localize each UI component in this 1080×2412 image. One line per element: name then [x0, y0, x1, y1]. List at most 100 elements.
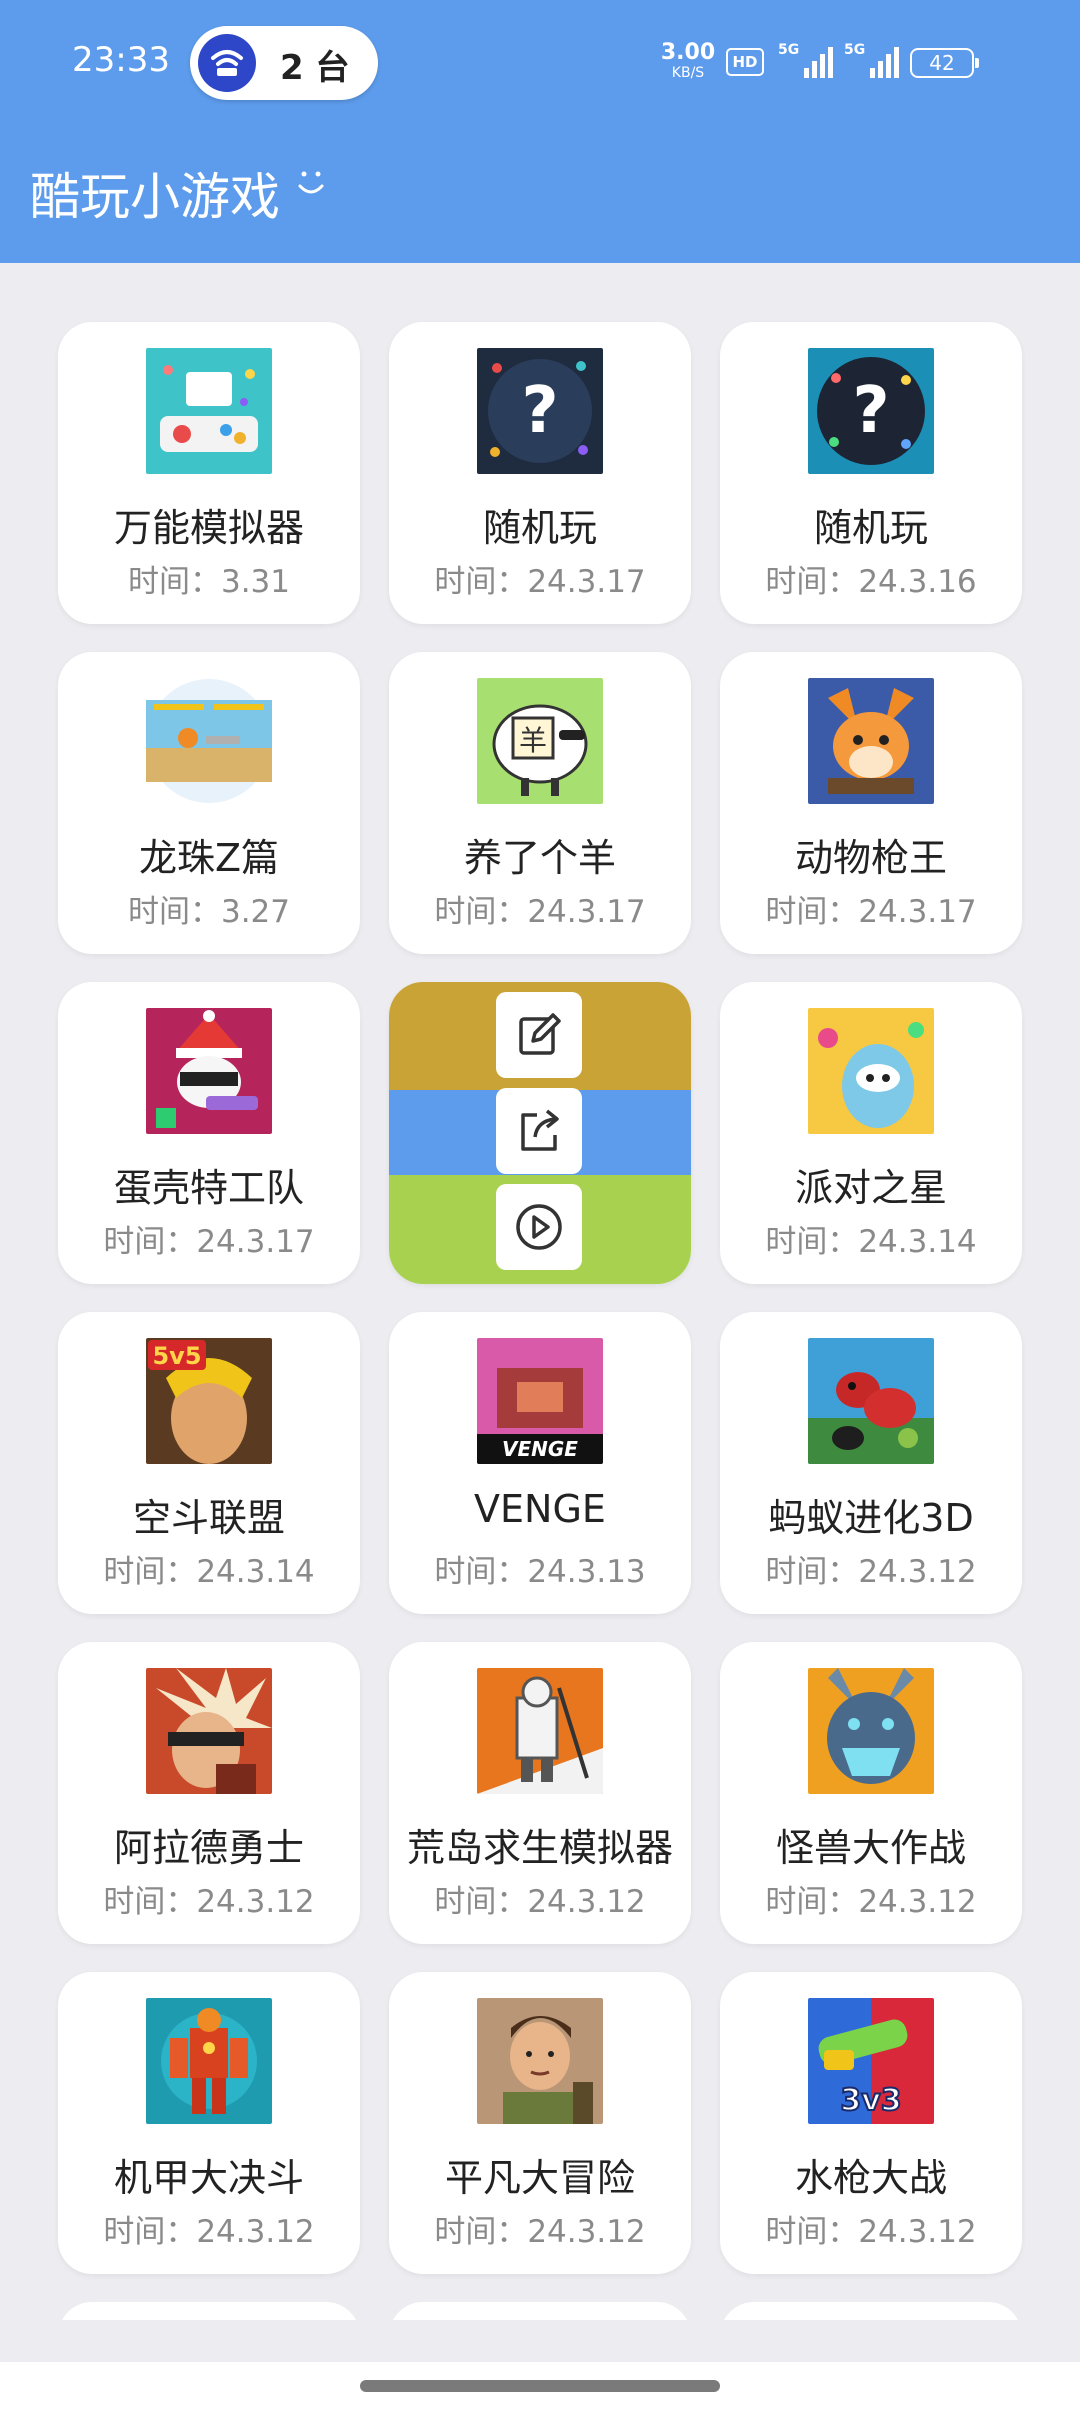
status-icons: 3.00 KB/S HD 5G 5G 42	[660, 38, 1080, 88]
game-card[interactable]: 3v3 水枪大战 时间：24.3.12	[720, 1972, 1022, 2274]
time-value: 24.3.13	[527, 1554, 646, 1590]
game-card[interactable]: 怪兽大作战 时间：24.3.12	[720, 1642, 1022, 1944]
dragon-ball-icon	[146, 678, 272, 804]
game-card[interactable]: 蛋壳特工队 时间：24.3.17	[58, 982, 360, 1284]
game-card[interactable]: 荒岛求生模拟器 时间：24.3.12	[389, 1642, 691, 1944]
time-value: 24.3.14	[858, 1224, 977, 1260]
time-label: 时间：	[765, 1554, 859, 1590]
game-card[interactable]: 蚂蚁进化3D 时间：24.3.12	[720, 1312, 1022, 1614]
emulator-icon	[146, 348, 272, 474]
game-name: 派对之星	[794, 1166, 947, 1210]
time-label: 时间：	[434, 894, 528, 930]
game-name: 蚂蚁进化3D	[768, 1496, 974, 1540]
time-value: 24.3.12	[527, 2214, 646, 2250]
time-value: 24.3.12	[858, 1554, 977, 1590]
game-name: 阿拉德勇士	[113, 1826, 304, 1870]
game-time: 时间：24.3.13	[389, 1546, 691, 1591]
game-card[interactable]: 派对之星 时间：24.3.14	[720, 982, 1022, 1284]
hotspot-pill[interactable]: 2 台	[190, 26, 378, 100]
game-time: 时间：24.3.12	[720, 1876, 1022, 1921]
status-time: 23:33	[72, 40, 170, 80]
game-card[interactable]: 平凡大冒险 时间：24.3.12	[389, 1972, 691, 2274]
game-time: 时间：24.3.17	[720, 886, 1022, 931]
game-name: 随机玩	[482, 506, 597, 550]
game-time: 时间：24.3.12	[58, 2206, 360, 2251]
app-header: 23:33 2 台 3.00 KB/S HD 5G 5G 42 酷玩小游戏	[0, 0, 1080, 263]
game-card[interactable]: 羊 养了个羊 时间：24.3.17	[389, 652, 691, 954]
game-time: 时间：24.3.12	[720, 1546, 1022, 1591]
random-play-icon: ?	[808, 348, 934, 474]
random-play-icon: ?	[477, 348, 603, 474]
game-card[interactable]: 阿拉德勇士 时间：24.3.12	[58, 1642, 360, 1944]
net-speed: 3.00 KB/S	[660, 40, 716, 81]
svg-text:?: ?	[852, 374, 889, 448]
game-name: 机甲大决斗	[113, 2156, 304, 2200]
game-name: 随机玩	[813, 506, 928, 550]
time-value: 24.3.17	[527, 564, 646, 600]
net-speed-value: 3.00	[660, 40, 716, 65]
battery-icon: 42	[910, 48, 979, 78]
mecha-icon	[146, 1998, 272, 2124]
game-time: 时间：24.3.16	[720, 556, 1022, 601]
warrior-icon	[146, 1668, 272, 1794]
game-name: 荒岛求生模拟器	[406, 1826, 673, 1870]
time-value: 24.3.17	[196, 1224, 315, 1260]
hotspot-count: 2 台	[280, 48, 350, 88]
signal-5g-icon-2: 5G	[844, 42, 900, 82]
game-name: 动物枪王	[794, 836, 947, 880]
agent-icon	[146, 1008, 272, 1134]
game-card[interactable]: 机甲大决斗 时间：24.3.12	[58, 1972, 360, 2274]
time-label: 时间：	[765, 564, 859, 600]
net-speed-unit: KB/S	[671, 65, 705, 81]
game-name: 平凡大冒险	[444, 2156, 635, 2200]
svg-text:3v3: 3v3	[840, 2083, 901, 2118]
ant-icon	[808, 1338, 934, 1464]
game-card[interactable]: 龙珠Z篇 时间：3.27	[58, 652, 360, 954]
game-card[interactable]: 万能模拟器 时间：3.31	[58, 322, 360, 624]
home-indicator[interactable]	[360, 2380, 720, 2392]
svg-text:?: ?	[521, 374, 558, 448]
time-value: 24.3.12	[196, 2214, 315, 2250]
page-title: 酷玩小游戏	[30, 168, 280, 226]
game-time: 时间：3.31	[58, 556, 360, 601]
play-icon	[516, 1204, 562, 1250]
time-label: 时间：	[434, 1884, 528, 1920]
edit-icon	[519, 1013, 561, 1055]
time-label: 时间：	[103, 1554, 197, 1590]
game-name: 水枪大战	[794, 2156, 947, 2200]
game-name: 龙珠Z篇	[138, 836, 280, 880]
edit-button[interactable]	[496, 992, 582, 1078]
time-value: 24.3.12	[527, 1884, 646, 1920]
time-value: 24.3.17	[527, 894, 646, 930]
sheep-icon: 羊	[477, 678, 603, 804]
time-value: 24.3.17	[858, 894, 977, 930]
game-card[interactable]: 5v5 空斗联盟 时间：24.3.14	[58, 1312, 360, 1614]
time-label: 时间：	[765, 894, 859, 930]
share-button[interactable]	[496, 1088, 582, 1174]
game-time: 时间：24.3.12	[389, 2206, 691, 2251]
water-gun-icon: 3v3	[808, 1998, 934, 2124]
time-value: 3.31	[220, 564, 291, 600]
fox-gunner-icon	[808, 678, 934, 804]
monster-icon	[808, 1668, 934, 1794]
scroll-clip	[0, 2320, 1080, 2362]
game-card[interactable]: VENGE VENGE 时间：24.3.13	[389, 1312, 691, 1614]
svg-text:羊: 羊	[519, 724, 547, 757]
game-name: 空斗联盟	[132, 1496, 285, 1540]
game-time: 时间：24.3.12	[389, 1876, 691, 1921]
game-time: 时间：24.3.17	[58, 1216, 360, 1261]
game-card[interactable]: ? 随机玩 时间：24.3.17	[389, 322, 691, 624]
game-time: 时间：24.3.17	[389, 556, 691, 601]
time-value: 24.3.16	[858, 564, 977, 600]
5v5-icon: 5v5	[146, 1338, 272, 1464]
play-button[interactable]	[496, 1184, 582, 1270]
time-label: 时间：	[765, 1884, 859, 1920]
time-value: 24.3.14	[196, 1554, 315, 1590]
time-label: 时间：	[434, 2214, 528, 2250]
game-name: 怪兽大作战	[775, 1826, 966, 1870]
game-card[interactable]: ? 随机玩 时间：24.3.16	[720, 322, 1022, 624]
time-value: 24.3.12	[196, 1884, 315, 1920]
time-label: 时间：	[765, 1224, 859, 1260]
game-card[interactable]: 动物枪王 时间：24.3.17	[720, 652, 1022, 954]
hotspot-icon	[198, 34, 256, 92]
